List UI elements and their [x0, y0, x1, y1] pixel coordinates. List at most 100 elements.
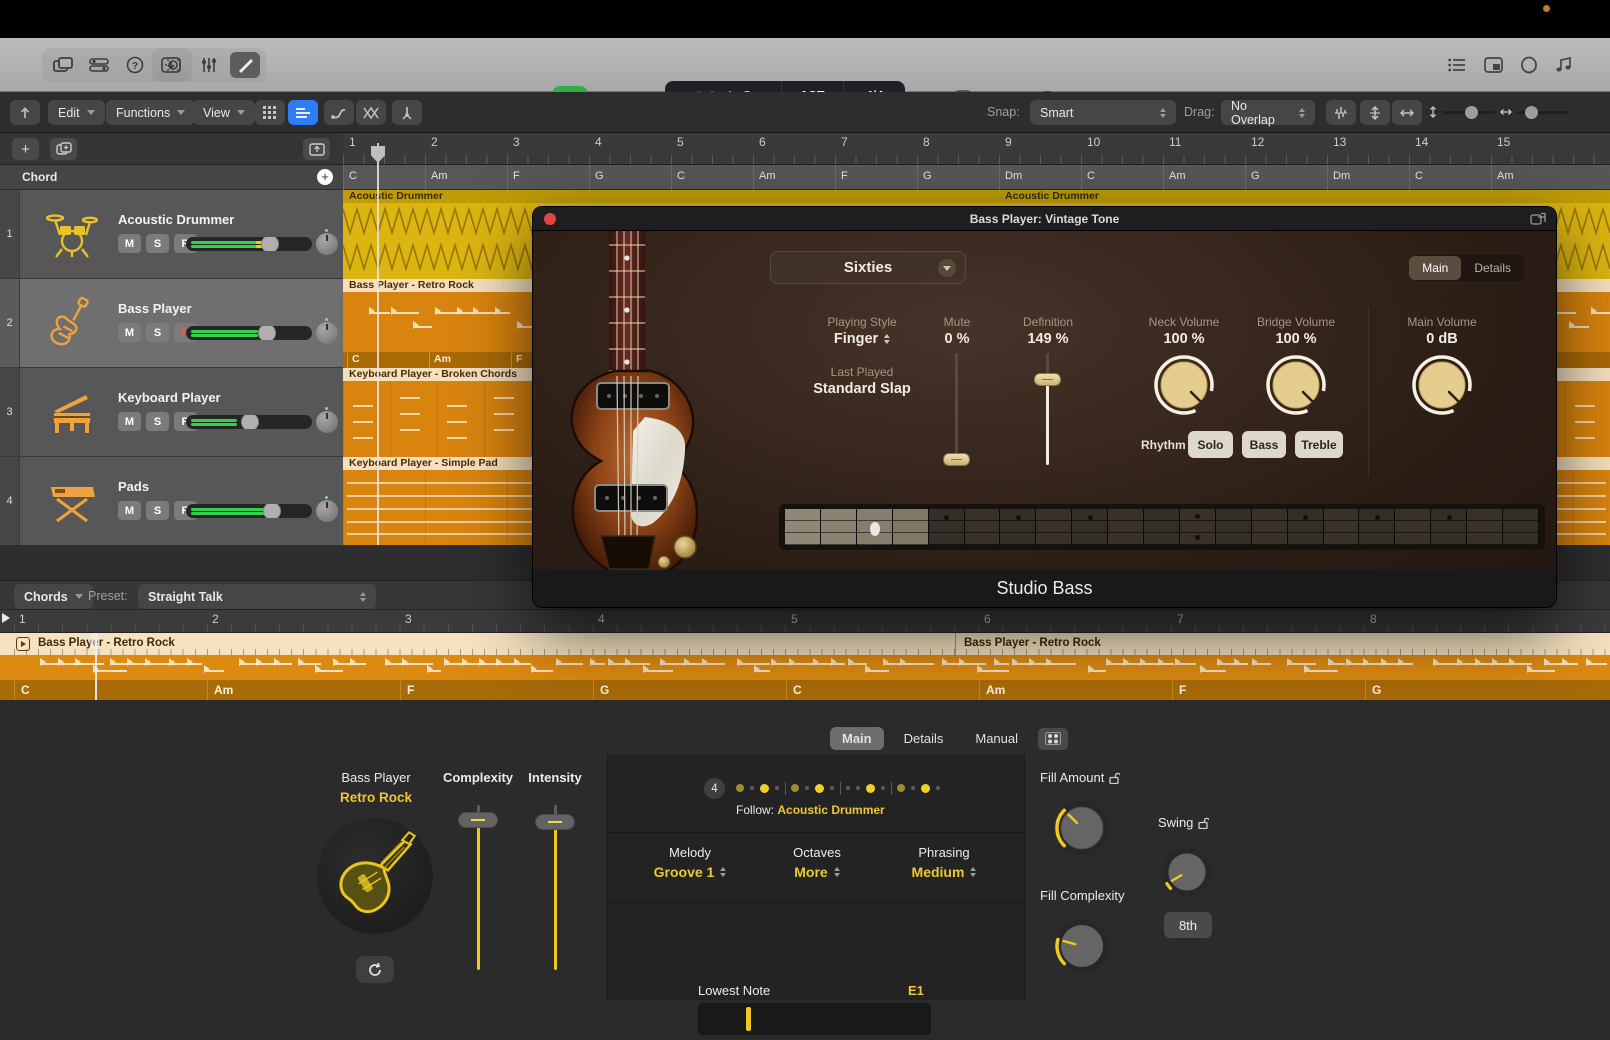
neck-volume-knob[interactable]: [1151, 352, 1217, 418]
volume-slider[interactable]: [186, 504, 312, 518]
functions-menu[interactable]: Functions: [106, 100, 195, 125]
solo-button[interactable]: S: [146, 501, 169, 520]
editor-chord-cell[interactable]: C: [786, 680, 979, 700]
plugin-close-button[interactable]: [544, 213, 556, 225]
pan-knob[interactable]: [316, 322, 338, 344]
editor-bar-number[interactable]: 1: [19, 612, 26, 626]
volume-slider[interactable]: [186, 415, 312, 429]
volume-handle[interactable]: [261, 237, 279, 251]
chord-cell[interactable]: G: [917, 165, 999, 190]
chord-cell[interactable]: Dm: [999, 165, 1081, 190]
track-header-row[interactable]: 4PadsMSR: [0, 457, 343, 546]
quick-help-apps-icon[interactable]: [48, 52, 78, 78]
mute-slider-handle[interactable]: [943, 453, 970, 466]
editor-bar-number[interactable]: 5: [791, 612, 798, 626]
bass-player-avatar[interactable]: [317, 818, 433, 934]
editor-bar-number[interactable]: 4: [598, 612, 605, 626]
loop-browser-icon[interactable]: [1514, 52, 1544, 78]
mute-button[interactable]: M: [118, 234, 141, 253]
pan-knob[interactable]: [316, 500, 338, 522]
ruler-bar-number[interactable]: 11: [1169, 135, 1181, 149]
chord-cell[interactable]: C: [343, 165, 425, 190]
regenerate-button[interactable]: [356, 956, 394, 983]
complexity-slider-handle[interactable]: [458, 812, 498, 828]
rhythm-label[interactable]: Rhythm: [1141, 438, 1186, 452]
editor-playhead-handle[interactable]: [90, 634, 99, 649]
beat-dot[interactable]: [791, 784, 799, 792]
vertical-zoom-slider[interactable]: [1428, 105, 1495, 119]
volume-slider[interactable]: [186, 237, 312, 251]
ruler-bar-number[interactable]: 7: [841, 135, 848, 149]
ruler-bar-number[interactable]: 5: [677, 135, 684, 149]
tab-manual[interactable]: Manual: [963, 727, 1030, 750]
main-volume-knob[interactable]: [1409, 352, 1475, 418]
chord-cell[interactable]: F: [507, 165, 589, 190]
chord-cell[interactable]: Am: [1163, 165, 1245, 190]
beat-dot[interactable]: [775, 786, 779, 790]
vertical-zoom-icon[interactable]: [1360, 100, 1390, 125]
hide-track-header-button[interactable]: [10, 100, 40, 125]
beat-dot[interactable]: [760, 784, 769, 793]
ruler-bar-number[interactable]: 13: [1333, 135, 1346, 149]
beat-dot[interactable]: [936, 786, 940, 790]
beat-dot[interactable]: [846, 786, 850, 790]
dim-icon[interactable]: [158, 52, 188, 78]
editor-bar-number[interactable]: 2: [212, 612, 219, 626]
editor-chord-cell[interactable]: Am: [979, 680, 1172, 700]
lowest-note-slider[interactable]: [698, 1003, 931, 1035]
editor-chord-cell[interactable]: Am: [207, 680, 400, 700]
intensity-slider-handle[interactable]: [535, 814, 575, 830]
beat-dot[interactable]: [815, 784, 824, 793]
preset-select[interactable]: Straight Talk: [138, 584, 376, 609]
volume-handle[interactable]: [258, 326, 276, 340]
volume-handle[interactable]: [241, 415, 259, 429]
ruler-bar-number[interactable]: 3: [513, 135, 520, 149]
beat-dot[interactable]: [881, 786, 885, 790]
crossfade-tool-icon[interactable]: [356, 100, 386, 125]
definition-slider-handle[interactable]: [1034, 373, 1061, 386]
beat-dot[interactable]: [856, 786, 860, 790]
ruler-bar-number[interactable]: 4: [595, 135, 602, 149]
horizontal-zoom-thumb[interactable]: [1525, 106, 1538, 119]
grid-view-icon[interactable]: [255, 100, 285, 125]
track-name[interactable]: Bass Player: [118, 301, 192, 316]
snap-select[interactable]: Smart: [1030, 100, 1176, 125]
track-header-row[interactable]: 2Bass PlayerMSR: [0, 279, 343, 368]
track-name[interactable]: Pads: [118, 479, 149, 494]
chord-cell[interactable]: Am: [1491, 165, 1573, 190]
treble-pickup-button[interactable]: Treble: [1295, 431, 1343, 458]
lowest-note-marker[interactable]: [746, 1007, 751, 1031]
beat-dot[interactable]: [897, 784, 905, 792]
swing-rate-button[interactable]: 8th: [1164, 912, 1212, 938]
toggles-icon[interactable]: [84, 52, 114, 78]
beat-dot[interactable]: [736, 784, 744, 792]
pan-knob[interactable]: [316, 233, 338, 255]
swing-knob[interactable]: [1161, 846, 1213, 903]
chord-cell[interactable]: Am: [753, 165, 835, 190]
media-browser-icon[interactable]: [1550, 52, 1580, 78]
chord-add-icon[interactable]: +: [317, 169, 333, 185]
inspector-panel-icon[interactable]: [1478, 52, 1508, 78]
fill-complexity-knob[interactable]: [1054, 918, 1110, 979]
mute-slider-track[interactable]: [955, 353, 958, 465]
chord-cell[interactable]: C: [1409, 165, 1491, 190]
plugin-tab-main[interactable]: Main: [1409, 256, 1461, 280]
view-menu[interactable]: View: [193, 100, 255, 125]
pan-knob[interactable]: [316, 411, 338, 433]
bass-pickup-button[interactable]: Bass: [1242, 431, 1286, 458]
arrange-ruler[interactable]: 123456789101112131415: [343, 133, 1610, 165]
join-tool-icon[interactable]: [324, 100, 354, 125]
knob-grid-icon[interactable]: [1038, 728, 1068, 750]
solo-pickup-button[interactable]: Solo: [1188, 431, 1233, 458]
track-name[interactable]: Keyboard Player: [118, 390, 221, 405]
ruler-bar-number[interactable]: 14: [1415, 135, 1428, 149]
chord-cell[interactable]: Am: [425, 165, 507, 190]
editor-chord-cell[interactable]: F: [1172, 680, 1365, 700]
horizontal-zoom-slider[interactable]: [1500, 105, 1569, 119]
mute-button[interactable]: M: [118, 323, 141, 342]
editor-chord-cell[interactable]: C: [14, 680, 207, 700]
open-library-button[interactable]: [303, 138, 330, 160]
chord-cell[interactable]: C: [1081, 165, 1163, 190]
editor-mode-select[interactable]: Chords: [14, 584, 93, 609]
help-icon[interactable]: ?: [120, 52, 150, 78]
